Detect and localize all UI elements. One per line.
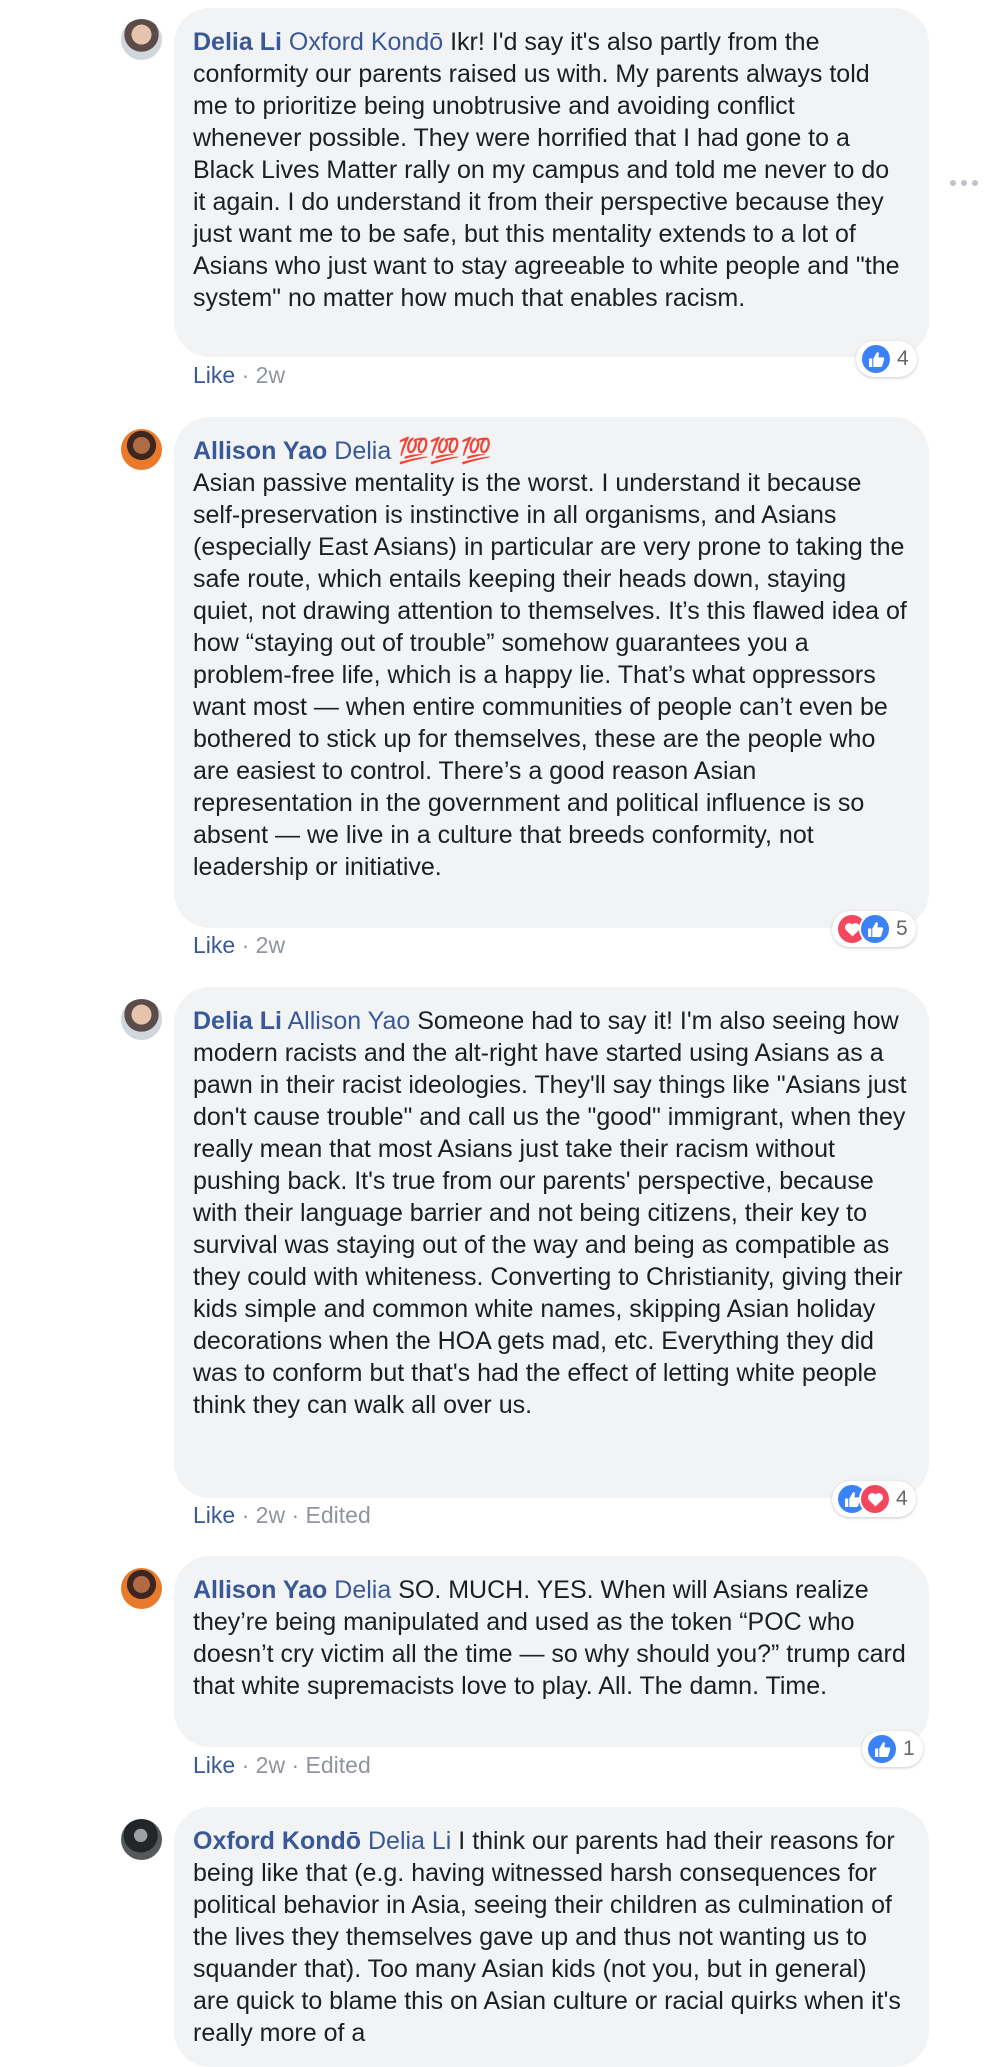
author-name[interactable]: Allison Yao [193, 1576, 327, 1604]
comment-actions: Like · 2w · Edited [193, 1502, 371, 1528]
edited-label[interactable]: Edited [306, 1752, 371, 1778]
like-link[interactable]: Like [193, 932, 235, 958]
like-link[interactable]: Like [193, 1502, 235, 1528]
reaction-count: 4 [897, 347, 909, 370]
comment-text: Someone had to say it! I'm also seeing h… [193, 1007, 907, 1419]
author-name[interactable]: Allison Yao [193, 437, 327, 465]
mention-link[interactable]: Delia Li [368, 1827, 451, 1855]
comment-bubble: Delia Li Oxford Kondō Ikr! I'd say it's … [174, 8, 929, 357]
reaction-count: 4 [896, 1487, 908, 1510]
comment-text: Ikr! I'd say it's also partly from the c… [193, 28, 900, 312]
author-name[interactable]: Delia Li [193, 1007, 282, 1035]
like-link[interactable]: Like [193, 362, 235, 388]
edited-label[interactable]: Edited [306, 1502, 371, 1528]
comment-bubble: Allison Yao Delia SO. MUCH. YES. When wi… [174, 1556, 929, 1747]
author-name[interactable]: Delia Li [193, 28, 282, 56]
like-reaction-icon [859, 913, 891, 945]
reactions-badge[interactable]: 4 [832, 1481, 916, 1517]
reactions-badge[interactable]: 4 [856, 341, 917, 377]
comment-bubble: Delia Li Allison Yao Someone had to say … [174, 987, 929, 1498]
love-reaction-icon [859, 1483, 891, 1515]
mention-link[interactable]: Delia [334, 437, 391, 465]
like-link[interactable]: Like [193, 1752, 235, 1778]
hundred-points-emoji: 💯💯💯 [398, 437, 492, 465]
like-reaction-icon [860, 343, 892, 375]
mention-link[interactable]: Oxford Kondō [289, 28, 443, 56]
comment-time[interactable]: 2w [256, 932, 285, 958]
comment-bubble: Oxford Kondō Delia Li I think our parent… [174, 1807, 929, 2067]
more-options-icon[interactable] [950, 178, 978, 188]
avatar[interactable] [121, 1819, 162, 1860]
comment-bubble: Allison Yao Delia 💯💯💯 Asian passive ment… [174, 417, 929, 928]
avatar[interactable] [121, 429, 162, 470]
like-reaction-icon [866, 1733, 898, 1765]
reactions-badge[interactable]: 1 [862, 1731, 923, 1767]
avatar[interactable] [121, 19, 162, 60]
comment-time[interactable]: 2w [256, 362, 285, 388]
comment-text: Asian passive mentality is the worst. I … [193, 469, 907, 881]
reaction-count: 1 [903, 1737, 915, 1760]
comment-time[interactable]: 2w [256, 1502, 285, 1528]
reaction-count: 5 [896, 917, 908, 940]
comment-actions: Like · 2w [193, 932, 286, 958]
reactions-badge[interactable]: 5 [832, 911, 916, 947]
avatar[interactable] [121, 1568, 162, 1609]
mention-link[interactable]: Allison Yao [288, 1007, 411, 1035]
comment-actions: Like · 2w · Edited [193, 1752, 371, 1778]
comment-text: I think our parents had their reasons fo… [193, 1827, 901, 2047]
avatar[interactable] [121, 999, 162, 1040]
comment-actions: Like · 2w [193, 362, 286, 388]
comment-time[interactable]: 2w [256, 1752, 285, 1778]
mention-link[interactable]: Delia [334, 1576, 391, 1604]
author-name[interactable]: Oxford Kondō [193, 1827, 361, 1855]
